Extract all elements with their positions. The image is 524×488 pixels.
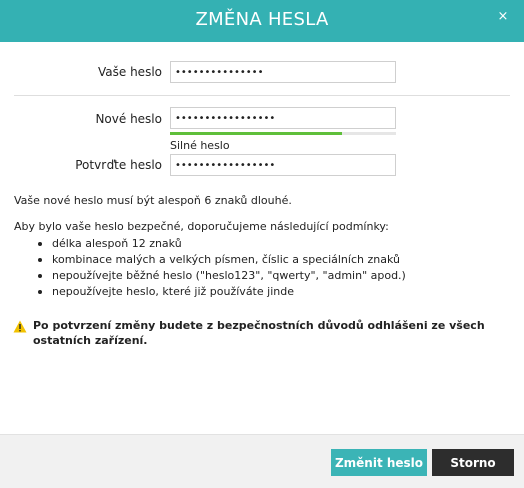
new-password-label: Nové heslo — [95, 112, 162, 126]
current-password-label: Vaše heslo — [98, 65, 162, 79]
dialog-header: ZMĚNA HESLA × — [0, 0, 524, 42]
password-strength-label: Silné heslo — [170, 139, 230, 152]
password-strength-fill — [170, 132, 342, 135]
change-password-button[interactable]: Změnit heslo — [331, 449, 427, 476]
change-password-dialog: ZMĚNA HESLA × Vaše heslo Nové heslo Siln… — [0, 0, 524, 488]
list-item: nepoužívejte běžné heslo ("heslo123", "q… — [38, 268, 406, 284]
list-item: nepoužívejte heslo, které již používáte … — [38, 284, 406, 300]
dialog-footer: Změnit heslo Storno — [0, 434, 524, 488]
logout-warning: Po potvrzení změny budete z bezpečnostní… — [33, 319, 485, 347]
password-strength-meter — [170, 132, 396, 135]
list-item: délka alespoň 12 znaků — [38, 236, 406, 252]
warning-icon — [13, 320, 27, 333]
password-rules-list: délka alespoň 12 znaků kombinace malých … — [38, 236, 406, 300]
list-item: kombinace malých a velkých písmen, čísli… — [38, 252, 406, 268]
close-icon[interactable]: × — [496, 10, 510, 24]
confirm-password-label: Potvrďte heslo — [75, 158, 162, 172]
min-length-note: Vaše nové heslo musí být alespoň 6 znaků… — [14, 194, 292, 207]
confirm-password-field[interactable] — [170, 154, 396, 176]
cancel-button[interactable]: Storno — [432, 449, 514, 476]
current-password-field[interactable] — [170, 61, 396, 83]
recommendation-intro: Aby bylo vaše heslo bezpečné, doporučuje… — [14, 220, 389, 233]
divider — [14, 95, 510, 96]
dialog-title: ZMĚNA HESLA — [195, 9, 329, 30]
new-password-field[interactable] — [170, 107, 396, 129]
